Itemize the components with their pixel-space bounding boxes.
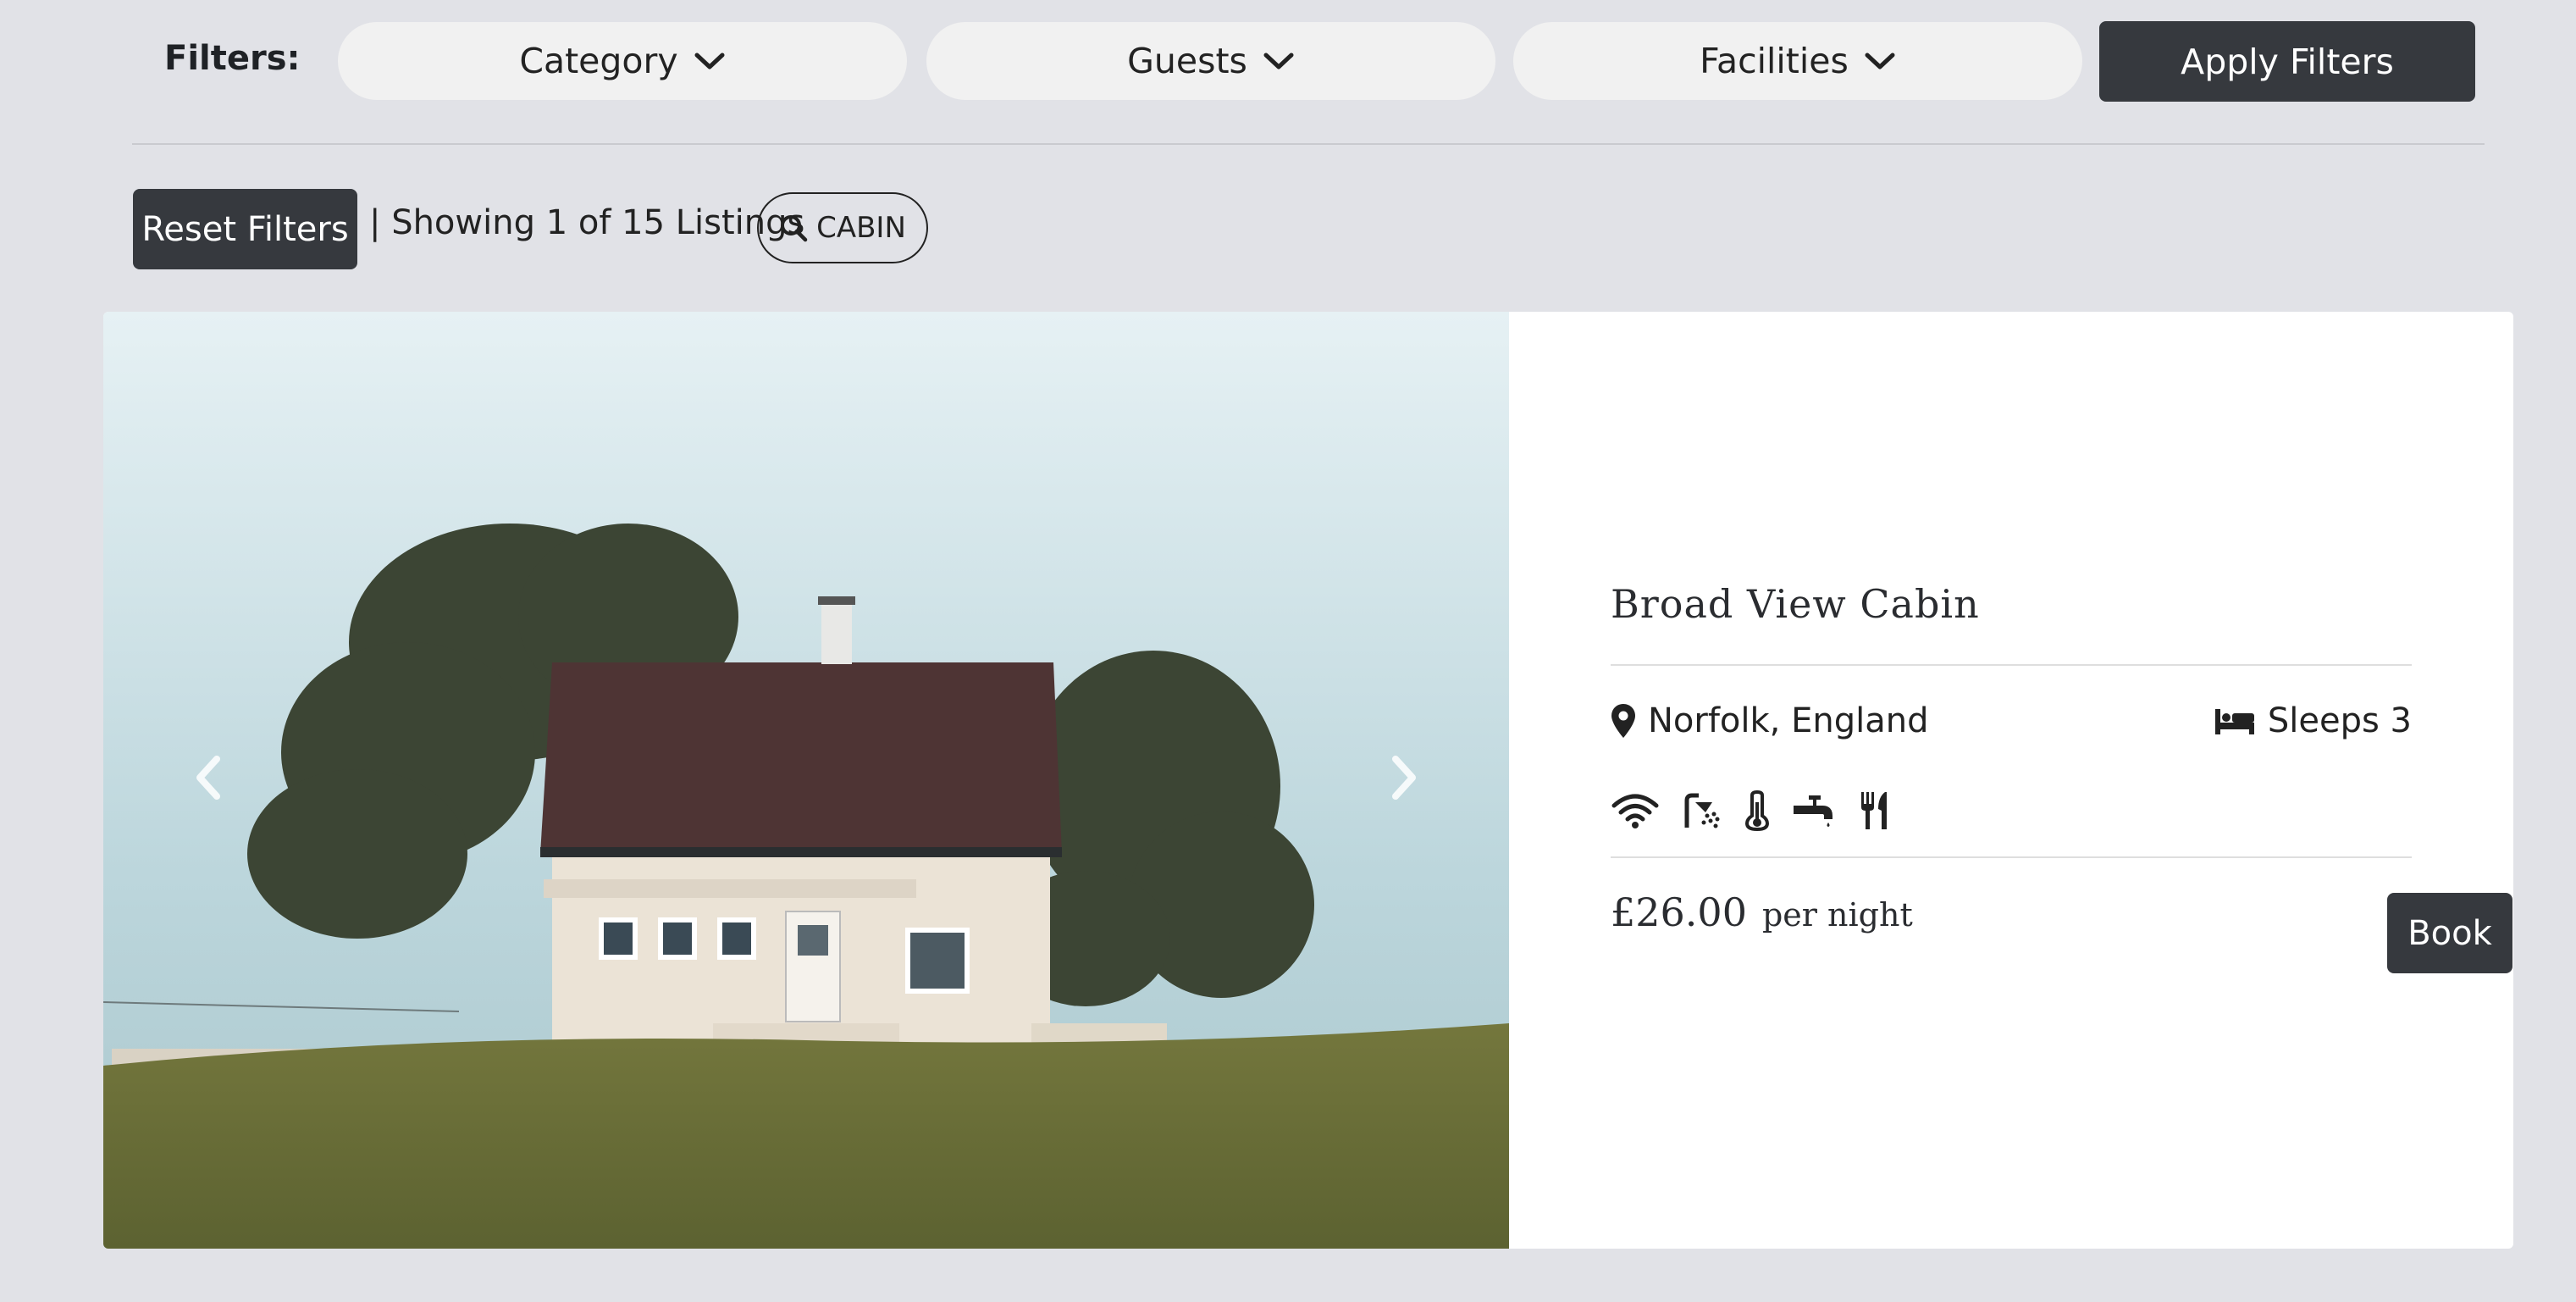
listing-title: Broad View Cabin bbox=[1611, 581, 1980, 627]
chevron-right-icon bbox=[1392, 756, 1416, 800]
thermometer-icon bbox=[1744, 790, 1770, 831]
category-dropdown-label: Category bbox=[519, 41, 678, 81]
shower-icon bbox=[1682, 792, 1722, 829]
per-night-label: per night bbox=[1761, 896, 1913, 934]
location-text: Norfolk, England bbox=[1648, 701, 1929, 740]
search-icon bbox=[781, 215, 808, 242]
guests-dropdown-label: Guests bbox=[1127, 41, 1247, 81]
price-row: £26.00 per night bbox=[1611, 889, 1913, 935]
amenities-list bbox=[1611, 790, 1914, 831]
listing-info: Broad View Cabin Norfolk, England Sleeps… bbox=[1509, 312, 2513, 1249]
chevron-left-icon bbox=[196, 756, 220, 800]
category-dropdown[interactable]: Category bbox=[338, 22, 907, 100]
reset-filters-button[interactable]: Reset Filters bbox=[133, 189, 357, 269]
bed-icon bbox=[2214, 709, 2254, 734]
apply-filters-button[interactable]: Apply Filters bbox=[2099, 21, 2475, 102]
chevron-down-icon bbox=[1864, 51, 1896, 71]
guests-dropdown[interactable]: Guests bbox=[926, 22, 1495, 100]
listing-card: Broad View Cabin Norfolk, England Sleeps… bbox=[103, 312, 2513, 1249]
divider bbox=[1611, 664, 2412, 666]
chevron-down-icon bbox=[1263, 51, 1295, 71]
carousel-prev-button[interactable] bbox=[174, 735, 242, 820]
search-tag[interactable]: CABIN bbox=[757, 192, 928, 263]
results-count: | Showing 1 of 15 Listings bbox=[369, 203, 805, 242]
listing-sleeps: Sleeps 3 bbox=[2214, 701, 2412, 740]
map-pin-icon bbox=[1611, 704, 1635, 738]
utensils-icon bbox=[1858, 790, 1892, 831]
image-carousel[interactable] bbox=[103, 312, 1509, 1249]
faucet-icon bbox=[1792, 794, 1836, 828]
listing-photo bbox=[103, 312, 1509, 1249]
search-tag-label: CABIN bbox=[816, 211, 906, 245]
price: £26.00 bbox=[1611, 889, 1747, 935]
wifi-icon bbox=[1611, 792, 1660, 829]
facilities-dropdown-label: Facilities bbox=[1700, 41, 1849, 81]
divider bbox=[132, 143, 2485, 145]
sleeps-text: Sleeps 3 bbox=[2267, 701, 2412, 740]
book-button[interactable]: Book bbox=[2387, 893, 2512, 973]
filter-bar: Filters: Category Guests Facilities Appl… bbox=[0, 0, 2576, 123]
facilities-dropdown[interactable]: Facilities bbox=[1513, 22, 2082, 100]
chevron-down-icon bbox=[694, 51, 726, 71]
carousel-next-button[interactable] bbox=[1370, 735, 1438, 820]
divider bbox=[1611, 856, 2412, 858]
listing-location: Norfolk, England bbox=[1611, 701, 1928, 740]
filters-label: Filters: bbox=[164, 39, 301, 78]
